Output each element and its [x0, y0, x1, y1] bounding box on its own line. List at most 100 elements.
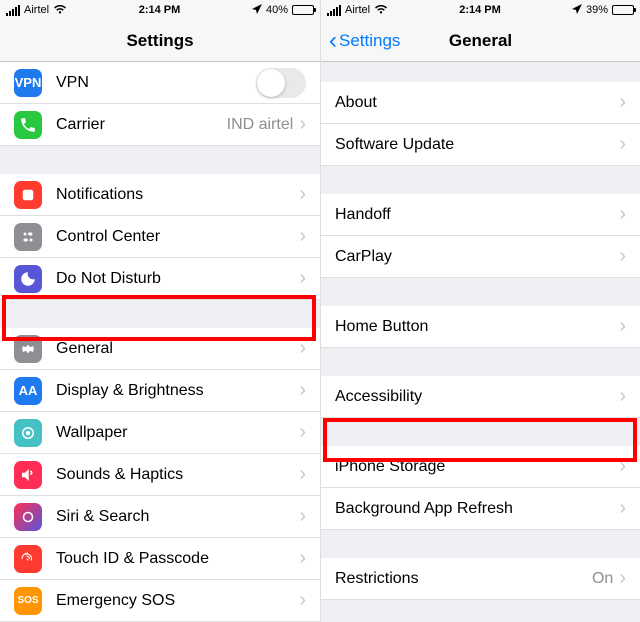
chevron-right-icon: ›: [619, 245, 626, 268]
row-dnd[interactable]: Do Not Disturb ›: [0, 258, 320, 300]
row-handoff[interactable]: Handoff ›: [321, 194, 640, 236]
chevron-right-icon: ›: [619, 455, 626, 478]
nav-bar: Settings: [0, 20, 320, 62]
settings-screen: Airtel 2:14 PM 40% Settings VPN VPN Carr…: [0, 0, 320, 622]
row-label: Restrictions: [335, 570, 592, 588]
back-label: Settings: [339, 31, 400, 51]
carrier-label: Airtel: [345, 4, 370, 16]
chevron-right-icon: ›: [299, 421, 306, 444]
row-general[interactable]: General ›: [0, 328, 320, 370]
back-button[interactable]: ‹ Settings: [329, 29, 400, 53]
siri-icon: [14, 503, 42, 531]
control-center-icon: [14, 223, 42, 251]
wifi-icon: [53, 3, 67, 17]
page-title: Settings: [126, 31, 193, 51]
row-label: Display & Brightness: [56, 382, 299, 400]
time-label: 2:14 PM: [459, 4, 501, 16]
status-bar: Airtel 2:14 PM 40%: [0, 0, 320, 20]
row-label: Software Update: [335, 136, 619, 154]
chevron-right-icon: ›: [299, 225, 306, 248]
wallpaper-icon: [14, 419, 42, 447]
chevron-right-icon: ›: [619, 385, 626, 408]
row-label: Home Button: [335, 318, 619, 336]
signal-icon: [327, 5, 341, 16]
vpn-toggle[interactable]: [256, 68, 306, 98]
speaker-icon: [14, 461, 42, 489]
row-label: Emergency SOS: [56, 592, 299, 610]
signal-icon: [6, 5, 20, 16]
row-background-app-refresh[interactable]: Background App Refresh ›: [321, 488, 640, 530]
row-accessibility[interactable]: Accessibility ›: [321, 376, 640, 418]
time-label: 2:14 PM: [139, 4, 181, 16]
gear-icon: [14, 335, 42, 363]
row-label: Wallpaper: [56, 424, 299, 442]
row-siri[interactable]: Siri & Search ›: [0, 496, 320, 538]
row-label: About: [335, 94, 619, 112]
row-label: Handoff: [335, 206, 619, 224]
row-sounds[interactable]: Sounds & Haptics ›: [0, 454, 320, 496]
row-label: Background App Refresh: [335, 500, 619, 518]
chevron-right-icon: ›: [299, 379, 306, 402]
row-carrier[interactable]: Carrier IND airtel ›: [0, 104, 320, 146]
row-label: Sounds & Haptics: [56, 466, 299, 484]
row-label: Notifications: [56, 186, 299, 204]
row-label: VPN: [56, 74, 256, 92]
row-label: Touch ID & Passcode: [56, 550, 299, 568]
row-detail: On: [592, 570, 613, 588]
row-restrictions[interactable]: Restrictions On ›: [321, 558, 640, 600]
location-icon: [252, 4, 262, 17]
row-label: CarPlay: [335, 248, 619, 266]
display-icon: AA: [14, 377, 42, 405]
chevron-right-icon: ›: [299, 183, 306, 206]
row-detail: IND airtel: [227, 116, 294, 134]
chevron-left-icon: ‹: [329, 29, 337, 53]
moon-icon: [14, 265, 42, 293]
row-about[interactable]: About ›: [321, 82, 640, 124]
chevron-right-icon: ›: [619, 133, 626, 156]
row-vpn[interactable]: VPN VPN: [0, 62, 320, 104]
row-label: Control Center: [56, 228, 299, 246]
notifications-icon: [14, 181, 42, 209]
battery-pct-label: 40%: [266, 4, 288, 16]
row-carplay[interactable]: CarPlay ›: [321, 236, 640, 278]
chevron-right-icon: ›: [619, 91, 626, 114]
vpn-icon: VPN: [14, 69, 42, 97]
row-touchid[interactable]: Touch ID & Passcode ›: [0, 538, 320, 580]
battery-pct-label: 39%: [586, 4, 608, 16]
row-label: iPhone Storage: [335, 458, 619, 476]
chevron-right-icon: ›: [299, 113, 306, 136]
phone-icon: [14, 111, 42, 139]
chevron-right-icon: ›: [299, 589, 306, 612]
row-display[interactable]: AA Display & Brightness ›: [0, 370, 320, 412]
battery-icon: [612, 5, 634, 15]
row-sos[interactable]: SOS Emergency SOS ›: [0, 580, 320, 622]
sos-icon: SOS: [14, 587, 42, 615]
row-iphone-storage[interactable]: iPhone Storage ›: [321, 446, 640, 488]
row-label: Accessibility: [335, 388, 619, 406]
row-software-update[interactable]: Software Update ›: [321, 124, 640, 166]
chevron-right-icon: ›: [619, 567, 626, 590]
general-screen: Airtel 2:14 PM 39% ‹ Settings General Ab…: [320, 0, 640, 622]
row-label: Siri & Search: [56, 508, 299, 526]
row-label: Do Not Disturb: [56, 270, 299, 288]
row-label: General: [56, 340, 299, 358]
status-bar: Airtel 2:14 PM 39%: [321, 0, 640, 20]
wifi-icon: [374, 3, 388, 17]
nav-bar: ‹ Settings General: [321, 20, 640, 62]
chevron-right-icon: ›: [299, 463, 306, 486]
chevron-right-icon: ›: [619, 203, 626, 226]
row-wallpaper[interactable]: Wallpaper ›: [0, 412, 320, 454]
row-notifications[interactable]: Notifications ›: [0, 174, 320, 216]
battery-icon: [292, 5, 314, 15]
chevron-right-icon: ›: [299, 267, 306, 290]
fingerprint-icon: [14, 545, 42, 573]
chevron-right-icon: ›: [299, 337, 306, 360]
carrier-label: Airtel: [24, 4, 49, 16]
location-icon: [572, 4, 582, 17]
chevron-right-icon: ›: [619, 315, 626, 338]
row-label: Carrier: [56, 116, 227, 134]
page-title: General: [449, 31, 512, 51]
row-home-button[interactable]: Home Button ›: [321, 306, 640, 348]
chevron-right-icon: ›: [619, 497, 626, 520]
row-control-center[interactable]: Control Center ›: [0, 216, 320, 258]
